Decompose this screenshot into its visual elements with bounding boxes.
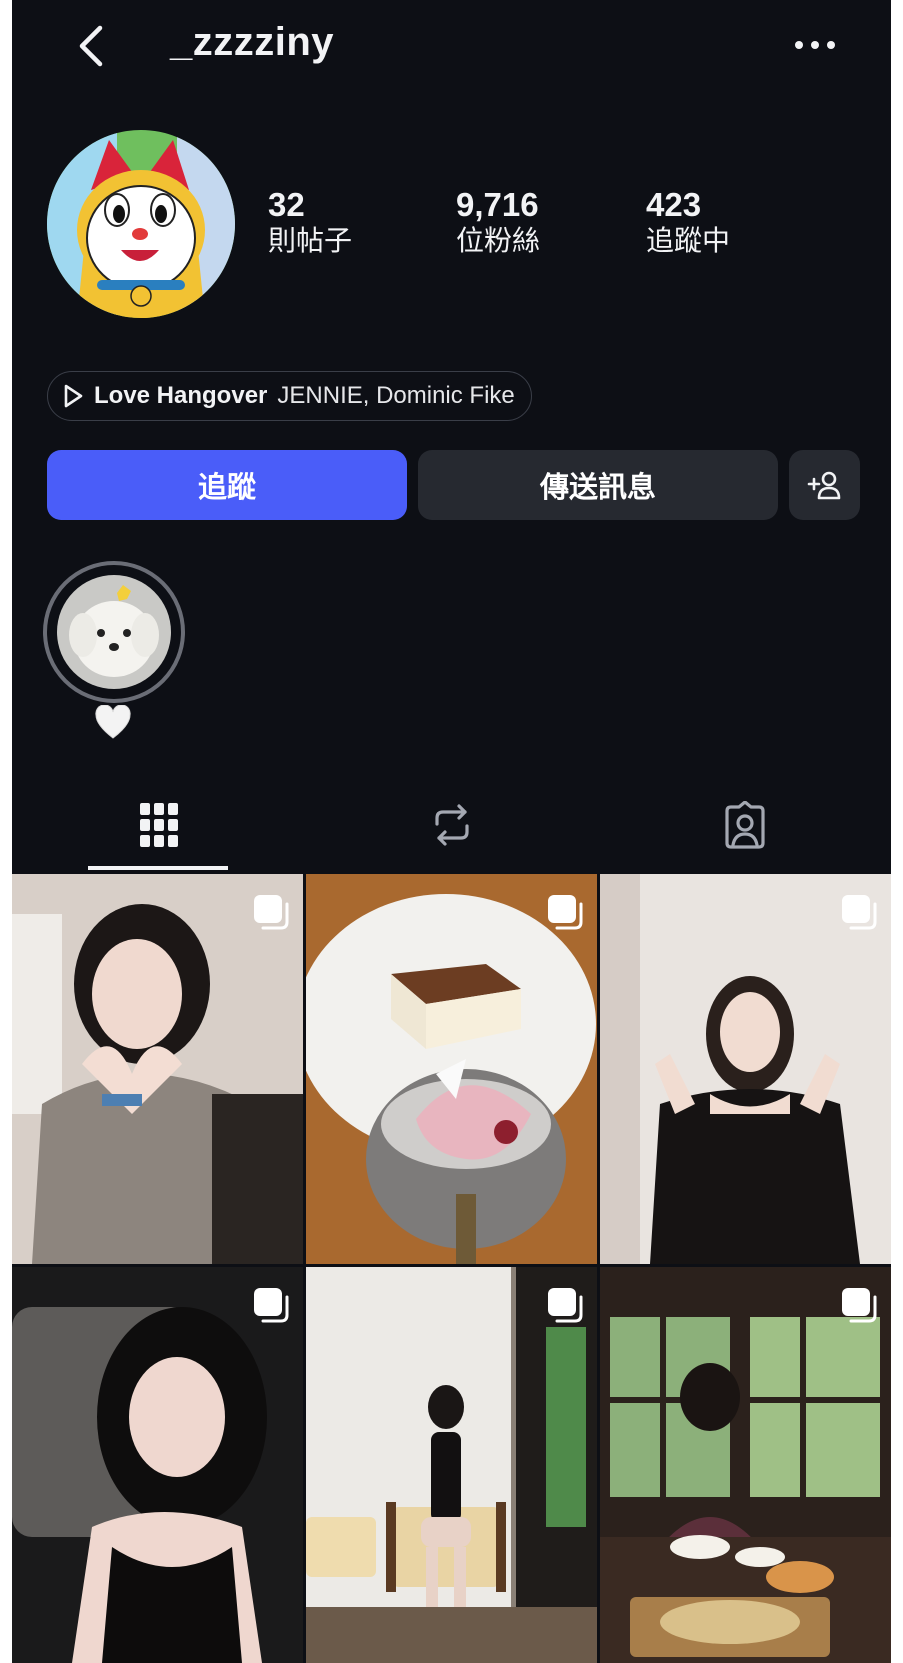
chevron-left-icon: [79, 25, 103, 67]
add-user-button[interactable]: [789, 450, 860, 520]
multi-photo-icon: [842, 895, 877, 930]
back-button[interactable]: [72, 22, 112, 70]
post-thumbnail[interactable]: [12, 1267, 303, 1663]
post-thumbnail[interactable]: [306, 1267, 597, 1663]
multi-photo-icon: [254, 1288, 289, 1323]
music-pill[interactable]: Love Hangover JENNIE, Dominic Fike: [47, 371, 532, 421]
white-heart-icon: [95, 704, 131, 739]
profile-avatar[interactable]: [47, 130, 235, 318]
stat-posts-value: 32: [268, 186, 305, 223]
tab-reposts[interactable]: [305, 780, 598, 870]
message-button[interactable]: 傳送訊息: [418, 450, 778, 520]
dog-image: [57, 575, 171, 689]
play-icon: [64, 384, 83, 408]
post-thumbnail[interactable]: [600, 1267, 891, 1663]
music-artist: JENNIE, Dominic Fike: [277, 382, 515, 409]
post-image: [306, 874, 597, 1264]
stat-following-label: 追蹤中: [646, 225, 731, 256]
stat-followers-label: 位粉絲: [456, 225, 541, 256]
music-title: Love Hangover: [94, 382, 268, 409]
profile-screen: _zzzziny 32 則帖子 9,716 位粉絲 423 追蹤中 Love H…: [12, 0, 891, 1663]
tab-tagged[interactable]: [598, 780, 891, 870]
post-thumbnail[interactable]: [306, 874, 597, 1264]
multi-photo-icon: [842, 1288, 877, 1323]
tagged-icon: [724, 801, 765, 849]
stat-posts[interactable]: 32 則帖子: [268, 186, 352, 258]
reposts-icon: [434, 804, 469, 846]
post-image: [306, 1267, 597, 1663]
top-bar: _zzzziny: [12, 0, 891, 92]
post-image: [600, 1267, 891, 1663]
highlight-thumbnail: [57, 575, 171, 689]
more-dots-icon: [795, 41, 835, 49]
story-highlight[interactable]: [43, 561, 185, 703]
person-add-icon: [807, 471, 840, 500]
post-thumbnail[interactable]: [600, 874, 891, 1264]
follow-button[interactable]: 追蹤: [47, 450, 407, 520]
multi-photo-icon: [254, 895, 289, 930]
active-tab-indicator: [88, 866, 228, 870]
multi-photo-icon: [548, 1288, 583, 1323]
stat-following-value: 423: [646, 186, 702, 223]
multi-photo-icon: [548, 895, 583, 930]
posts-grid: [12, 874, 891, 1663]
post-image: [600, 874, 891, 1264]
profile-username: _zzzziny: [170, 20, 335, 64]
post-image: [12, 1267, 303, 1663]
highlight-label: 🤍: [94, 704, 132, 741]
stat-followers-value: 9,716: [456, 186, 539, 223]
post-image: [12, 874, 303, 1264]
stat-posts-label: 則帖子: [268, 225, 353, 256]
post-thumbnail[interactable]: [12, 874, 303, 1264]
more-options-button[interactable]: [790, 30, 840, 60]
grid-icon: [139, 803, 178, 847]
stat-followers[interactable]: 9,716 位粉絲: [456, 186, 540, 258]
tab-grid[interactable]: [12, 780, 305, 870]
profile-tabs: [12, 780, 891, 870]
avatar-image: [47, 130, 235, 318]
stat-following[interactable]: 423 追蹤中: [646, 186, 730, 258]
